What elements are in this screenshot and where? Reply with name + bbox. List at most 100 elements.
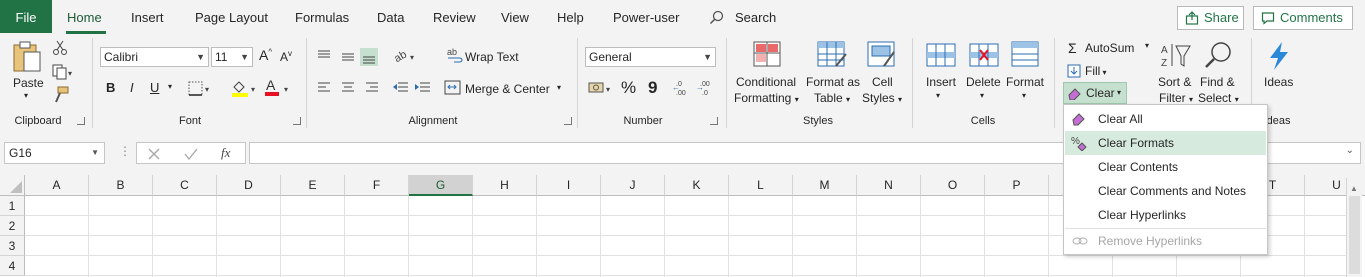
indent-icons[interactable]	[392, 80, 434, 96]
ideas-button-label[interactable]: Ideas	[1264, 75, 1293, 89]
column-header-c[interactable]: C	[153, 175, 217, 196]
borders-icon[interactable]: ▾	[188, 81, 214, 97]
tab-home[interactable]: Home	[67, 10, 102, 25]
merge-center-icon[interactable]	[444, 80, 462, 96]
column-header-j[interactable]: J	[601, 175, 665, 196]
tab-data[interactable]: Data	[377, 10, 404, 25]
column-header-d[interactable]: D	[217, 175, 281, 196]
menu-item-clear-hyperlinks[interactable]: Clear Hyperlinks	[1065, 203, 1266, 227]
comma-style-button[interactable]: 9	[648, 78, 657, 98]
orientation-icon[interactable]: ab ▾	[392, 46, 418, 66]
autosum-button[interactable]: AutoSum	[1085, 41, 1134, 55]
comments-button[interactable]: Comments	[1253, 6, 1353, 30]
conditional-formatting-label-1[interactable]: Conditional	[736, 75, 796, 89]
menu-item-clear-formats[interactable]: % Clear Formats	[1065, 131, 1266, 155]
fill-button[interactable]: Fill ▾	[1085, 64, 1107, 78]
wrap-text-icon[interactable]: ab	[446, 46, 464, 64]
copy-icon[interactable]: ▾	[52, 64, 74, 80]
expand-formula-bar-icon[interactable]: ⌄	[1346, 145, 1354, 156]
search-box[interactable]: Search	[735, 10, 776, 25]
row-header-3[interactable]: 3	[0, 236, 25, 256]
percent-style-button[interactable]: %	[621, 78, 636, 98]
delete-cells-icon[interactable]	[968, 42, 1000, 70]
decimal-adjust-icons[interactable]: .0 .00 ← .00 .0 →	[672, 78, 718, 98]
wrap-text-button[interactable]: Wrap Text	[465, 50, 519, 64]
conditional-formatting-label-2[interactable]: Formatting ▾	[734, 91, 799, 105]
cut-icon[interactable]	[52, 40, 68, 56]
sort-filter-label-2[interactable]: Filter ▾	[1159, 91, 1193, 105]
row-header-2[interactable]: 2	[0, 216, 25, 236]
column-header-g[interactable]: G	[409, 175, 473, 196]
decrease-font-size-button[interactable]: Av	[280, 49, 292, 64]
row-header-4[interactable]: 4	[0, 256, 25, 276]
fill-color-icon[interactable]: ▾	[230, 80, 260, 98]
row-header-1[interactable]: 1	[0, 196, 25, 216]
autosum-icon[interactable]: Σ	[1068, 40, 1077, 56]
tab-file[interactable]: File	[0, 0, 52, 33]
menu-item-clear-contents[interactable]: Clear Contents	[1065, 155, 1266, 179]
sort-filter-icon[interactable]: A Z	[1160, 42, 1192, 72]
column-header-n[interactable]: N	[857, 175, 921, 196]
column-header-a[interactable]: A	[25, 175, 89, 196]
column-header-h[interactable]: H	[473, 175, 537, 196]
cancel-icon[interactable]	[147, 147, 161, 161]
insert-cells-dropdown[interactable]: ▾	[936, 91, 940, 100]
number-format-combo[interactable]: General ▼	[585, 47, 716, 67]
font-color-icon[interactable]: A ▾	[264, 78, 294, 98]
cell-styles-label-2[interactable]: Styles ▾	[862, 91, 902, 105]
column-header-l[interactable]: L	[729, 175, 793, 196]
format-cells-dropdown[interactable]: ▾	[1022, 91, 1026, 100]
tab-help[interactable]: Help	[557, 10, 584, 25]
column-header-o[interactable]: O	[921, 175, 985, 196]
format-as-table-icon[interactable]	[816, 40, 848, 70]
menu-item-clear-all[interactable]: Clear All	[1065, 107, 1266, 131]
select-all-corner[interactable]	[0, 175, 25, 196]
ideas-icon[interactable]	[1264, 40, 1294, 72]
cell-styles-label-1[interactable]: Cell	[872, 75, 893, 89]
column-header-p[interactable]: P	[985, 175, 1049, 196]
name-box[interactable]: G16 ▼	[4, 142, 105, 164]
bold-button[interactable]: B	[106, 80, 115, 95]
column-header-e[interactable]: E	[281, 175, 345, 196]
format-cells-label[interactable]: Format	[1006, 75, 1044, 89]
increase-font-size-button[interactable]: A^	[259, 47, 272, 63]
column-header-b[interactable]: B	[89, 175, 153, 196]
enter-check-icon[interactable]	[184, 147, 198, 161]
column-header-k[interactable]: K	[665, 175, 729, 196]
insert-cells-icon[interactable]	[925, 42, 957, 70]
delete-cells-label[interactable]: Delete	[966, 75, 1001, 89]
column-header-i[interactable]: I	[537, 175, 601, 196]
paste-dropdown-arrow[interactable]: ▾	[24, 91, 28, 100]
insert-cells-label[interactable]: Insert	[926, 75, 956, 89]
alignment-launcher-icon[interactable]	[564, 117, 572, 125]
search-icon[interactable]	[709, 10, 725, 26]
scroll-up-icon[interactable]: ▲	[1350, 184, 1358, 193]
delete-cells-dropdown[interactable]: ▾	[980, 91, 984, 100]
accounting-format-icon[interactable]: ▾	[588, 80, 616, 96]
paste-label[interactable]: Paste	[13, 76, 44, 90]
sort-filter-label-1[interactable]: Sort &	[1158, 75, 1191, 89]
font-launcher-icon[interactable]	[293, 117, 301, 125]
scrollbar-thumb[interactable]	[1349, 196, 1360, 274]
merge-center-button[interactable]: Merge & Center	[465, 82, 550, 96]
number-launcher-icon[interactable]	[710, 117, 718, 125]
tab-review[interactable]: Review	[433, 10, 476, 25]
chevron-down-icon[interactable]: ▼	[91, 143, 99, 163]
format-as-table-label-1[interactable]: Format as	[806, 75, 860, 89]
font-name-combo[interactable]: Calibri ▼	[100, 47, 209, 67]
paste-icon[interactable]	[10, 40, 44, 74]
share-button[interactable]: Share	[1177, 6, 1244, 30]
format-painter-icon[interactable]	[52, 86, 70, 104]
column-header-f[interactable]: F	[345, 175, 409, 196]
find-select-label-1[interactable]: Find &	[1200, 75, 1235, 89]
menu-item-clear-comments-notes[interactable]: Clear Comments and Notes	[1065, 179, 1266, 203]
tab-power-user[interactable]: Power-user	[613, 10, 679, 25]
find-select-icon[interactable]	[1203, 40, 1235, 70]
vertical-scrollbar[interactable]: ▲	[1346, 178, 1362, 277]
font-size-combo[interactable]: 11 ▼	[211, 47, 253, 67]
underline-dropdown[interactable]: ▾	[168, 82, 172, 91]
tab-insert[interactable]: Insert	[131, 10, 164, 25]
italic-button[interactable]: I	[130, 80, 134, 95]
fill-down-icon[interactable]	[1067, 64, 1081, 78]
format-as-table-label-2[interactable]: Table ▾	[814, 91, 850, 105]
